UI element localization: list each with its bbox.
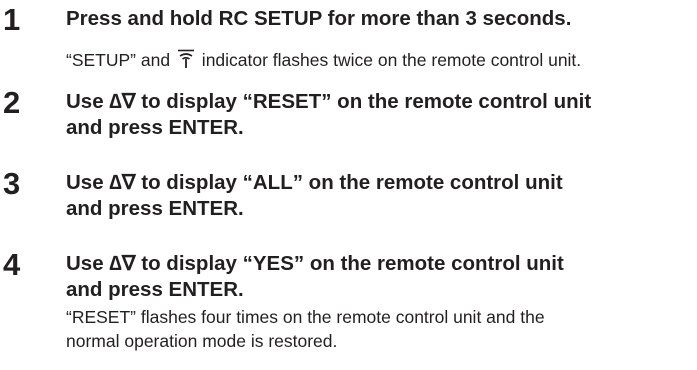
- step-description: “RESET” flashes four times on the remote…: [66, 305, 697, 353]
- step-title: Press and hold RC SETUP for more than 3 …: [66, 6, 697, 32]
- step-title-line: and press ENTER.: [66, 116, 244, 139]
- step-number: 3: [3, 166, 21, 201]
- step-number: 4: [3, 247, 21, 282]
- step-title-line: Use ∆∇ to display “ALL” on the remote co…: [66, 171, 563, 194]
- step-title-line: Use ∆∇ to display “RESET” on the remote …: [66, 90, 592, 113]
- instruction-page: { "steps": [ { "number": "1", "title_lin…: [0, 0, 697, 370]
- remote-indicator-icon: [175, 49, 197, 75]
- step-title-line: and press ENTER.: [66, 278, 244, 301]
- step-number: 1: [3, 2, 21, 37]
- step-title-line: Use ∆∇ to display “YES” on the remote co…: [66, 252, 564, 275]
- step-description: “SETUP” and indicator flashes twice on t…: [66, 48, 697, 75]
- step-title: Use ∆∇ to display “YES” on the remote co…: [66, 251, 697, 303]
- step-number: 2: [3, 85, 21, 120]
- step-title-line: and press ENTER.: [66, 197, 244, 220]
- step-title: Use ∆∇ to display “RESET” on the remote …: [66, 89, 697, 141]
- step-title-line: Press and hold RC SETUP for more than 3 …: [66, 7, 572, 30]
- step-description-line: “RESET” flashes four times on the remote…: [66, 307, 545, 327]
- step-description-text: “SETUP” and: [66, 50, 175, 70]
- step-description-text: indicator flashes twice on the remote co…: [196, 50, 582, 70]
- step-description-line: normal operation mode is restored.: [66, 331, 338, 351]
- step-title: Use ∆∇ to display “ALL” on the remote co…: [66, 170, 697, 222]
